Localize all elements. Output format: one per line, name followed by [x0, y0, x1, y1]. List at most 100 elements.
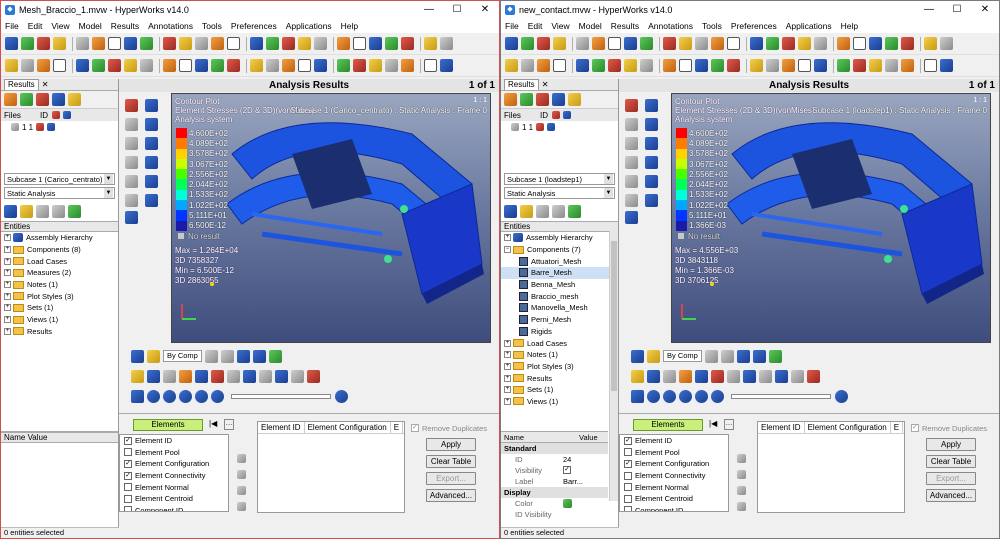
toolbar-tool-icon[interactable] [298, 37, 311, 50]
marker-icon[interactable] [711, 369, 724, 383]
maximize-button[interactable]: ☐ [943, 1, 971, 19]
tensor-icon[interactable] [179, 369, 192, 383]
view-tool-icon[interactable] [645, 175, 658, 188]
tree-item[interactable]: + Components (8) [1, 244, 118, 256]
tracking-icon[interactable] [791, 369, 804, 383]
toolbar-tool-icon[interactable] [592, 59, 605, 72]
anim-mode-icon[interactable] [131, 389, 144, 403]
close-tab-icon[interactable]: ✕ [542, 80, 549, 89]
toolbar-tool-icon[interactable] [401, 59, 414, 72]
view-tool-icon[interactable] [625, 118, 638, 131]
view-tool-icon[interactable] [125, 156, 138, 169]
toolbar-tool-icon[interactable] [37, 37, 50, 50]
view-tool-icon[interactable] [125, 137, 138, 150]
query-results-table[interactable]: Element ID Element Configuration E [757, 421, 905, 513]
toolbar-tool-icon[interactable] [924, 59, 937, 72]
toolbar-tool-icon[interactable] [401, 37, 414, 50]
tree-item[interactable]: + Results [501, 372, 618, 384]
curve-icon[interactable] [307, 369, 320, 383]
by-comp-select[interactable]: By Comp [163, 350, 202, 362]
view-tool-icon[interactable] [145, 175, 158, 188]
query-results-table[interactable]: Element ID Element Configuration E [257, 421, 405, 513]
iso-icon[interactable] [695, 369, 708, 383]
toolbar-tool-icon[interactable] [695, 59, 708, 72]
tree-item[interactable]: + Views (1) [1, 314, 118, 326]
query-field-item[interactable]: ✓ Element Configuration [120, 458, 228, 470]
curve-icon[interactable] [807, 369, 820, 383]
paste-icon[interactable] [737, 502, 746, 511]
menu-results[interactable]: Results [611, 21, 639, 31]
remove-duplicates-checkbox[interactable]: ✓ [911, 424, 919, 432]
toolbar-tool-icon[interactable] [940, 37, 953, 50]
expand-toggle-icon[interactable]: − [504, 246, 511, 254]
play-icon[interactable] [179, 389, 192, 403]
step-forward-icon[interactable] [195, 389, 208, 403]
query-field-item[interactable]: ✓ Element ID [620, 435, 728, 447]
maximize-button[interactable]: ☐ [443, 1, 471, 19]
file-color-swatch[interactable] [36, 123, 45, 131]
toolbar-tool-icon[interactable] [608, 37, 621, 50]
vector-icon[interactable] [163, 369, 176, 383]
tree-item[interactable]: + Plot Styles (3) [1, 290, 118, 302]
query-field-item[interactable]: Element Centroid [620, 493, 728, 505]
move-up-icon[interactable] [737, 454, 746, 463]
elements-button[interactable]: Elements [633, 419, 703, 431]
toolbar-tool-icon[interactable] [298, 59, 311, 72]
menu-preferences[interactable]: Preferences [731, 21, 777, 31]
notes-icon[interactable] [759, 369, 772, 383]
vector-icon[interactable] [663, 369, 676, 383]
measure-icon[interactable] [243, 369, 256, 383]
copy-icon[interactable] [737, 486, 746, 495]
move-up-icon[interactable] [237, 454, 246, 463]
query-field-checkbox[interactable]: ✓ [124, 459, 132, 468]
view-tool-icon[interactable] [145, 137, 158, 150]
visibility-checkbox[interactable]: ✓ [563, 466, 571, 474]
contour-icon[interactable] [131, 369, 144, 383]
advanced-button[interactable]: Advanced... [926, 489, 976, 502]
toolbar-tool-icon[interactable] [369, 37, 382, 50]
toolbar-tool-icon[interactable] [727, 37, 740, 50]
query-field-checkbox[interactable] [624, 494, 632, 503]
query-field-item[interactable]: Element Centroid [120, 493, 228, 505]
view-tool-icon[interactable] [645, 99, 658, 112]
view-tool-icon[interactable] [145, 118, 158, 131]
toolbar-tool-icon[interactable] [5, 37, 18, 50]
subcase-select[interactable]: Subcase 1 (loadstep1) ▼ [504, 173, 615, 185]
iso-icon[interactable] [195, 369, 208, 383]
menu-view[interactable]: View [51, 21, 69, 31]
menu-file[interactable]: File [5, 21, 19, 31]
menu-edit[interactable]: Edit [528, 21, 543, 31]
toolbar-tool-icon[interactable] [940, 59, 953, 72]
move-down-icon[interactable] [237, 470, 246, 479]
color-mode-icon[interactable] [631, 349, 644, 363]
animation-slider[interactable] [731, 393, 831, 399]
menu-help[interactable]: Help [841, 21, 858, 31]
rewind-icon[interactable] [647, 389, 660, 403]
menu-tools[interactable]: Tools [202, 21, 222, 31]
toolbar-tool-icon[interactable] [163, 59, 176, 72]
menu-edit[interactable]: Edit [28, 21, 43, 31]
tab-results[interactable]: Results [4, 79, 39, 90]
color-palette-icon[interactable] [647, 349, 660, 363]
query-field-checkbox[interactable] [624, 483, 632, 492]
toolbar-tool-icon[interactable] [195, 59, 208, 72]
view-tool-icon[interactable] [145, 156, 158, 169]
toolbar-tool-icon[interactable] [124, 37, 137, 50]
toolbar-tool-icon[interactable] [53, 37, 66, 50]
menu-preferences[interactable]: Preferences [231, 21, 277, 31]
toolbar-tool-icon[interactable] [92, 59, 105, 72]
close-tab-icon[interactable]: ✕ [42, 80, 49, 89]
close-button[interactable]: ✕ [471, 1, 499, 19]
menu-model[interactable]: Model [579, 21, 602, 31]
toolbar-tool-icon[interactable] [37, 59, 50, 72]
toolbar-tool-icon[interactable] [211, 37, 224, 50]
toolbar-tool-icon[interactable] [440, 59, 453, 72]
expand-toggle-icon[interactable]: + [504, 339, 511, 347]
view-tool-icon[interactable] [125, 118, 138, 131]
toolbar-tool-icon[interactable] [853, 37, 866, 50]
toolbar-tool-icon[interactable] [885, 37, 898, 50]
transparency-icon[interactable] [252, 349, 266, 363]
step-back-icon[interactable] [663, 389, 676, 403]
query-field-item[interactable]: Component ID [620, 505, 728, 511]
toolbar-tool-icon[interactable] [663, 59, 676, 72]
